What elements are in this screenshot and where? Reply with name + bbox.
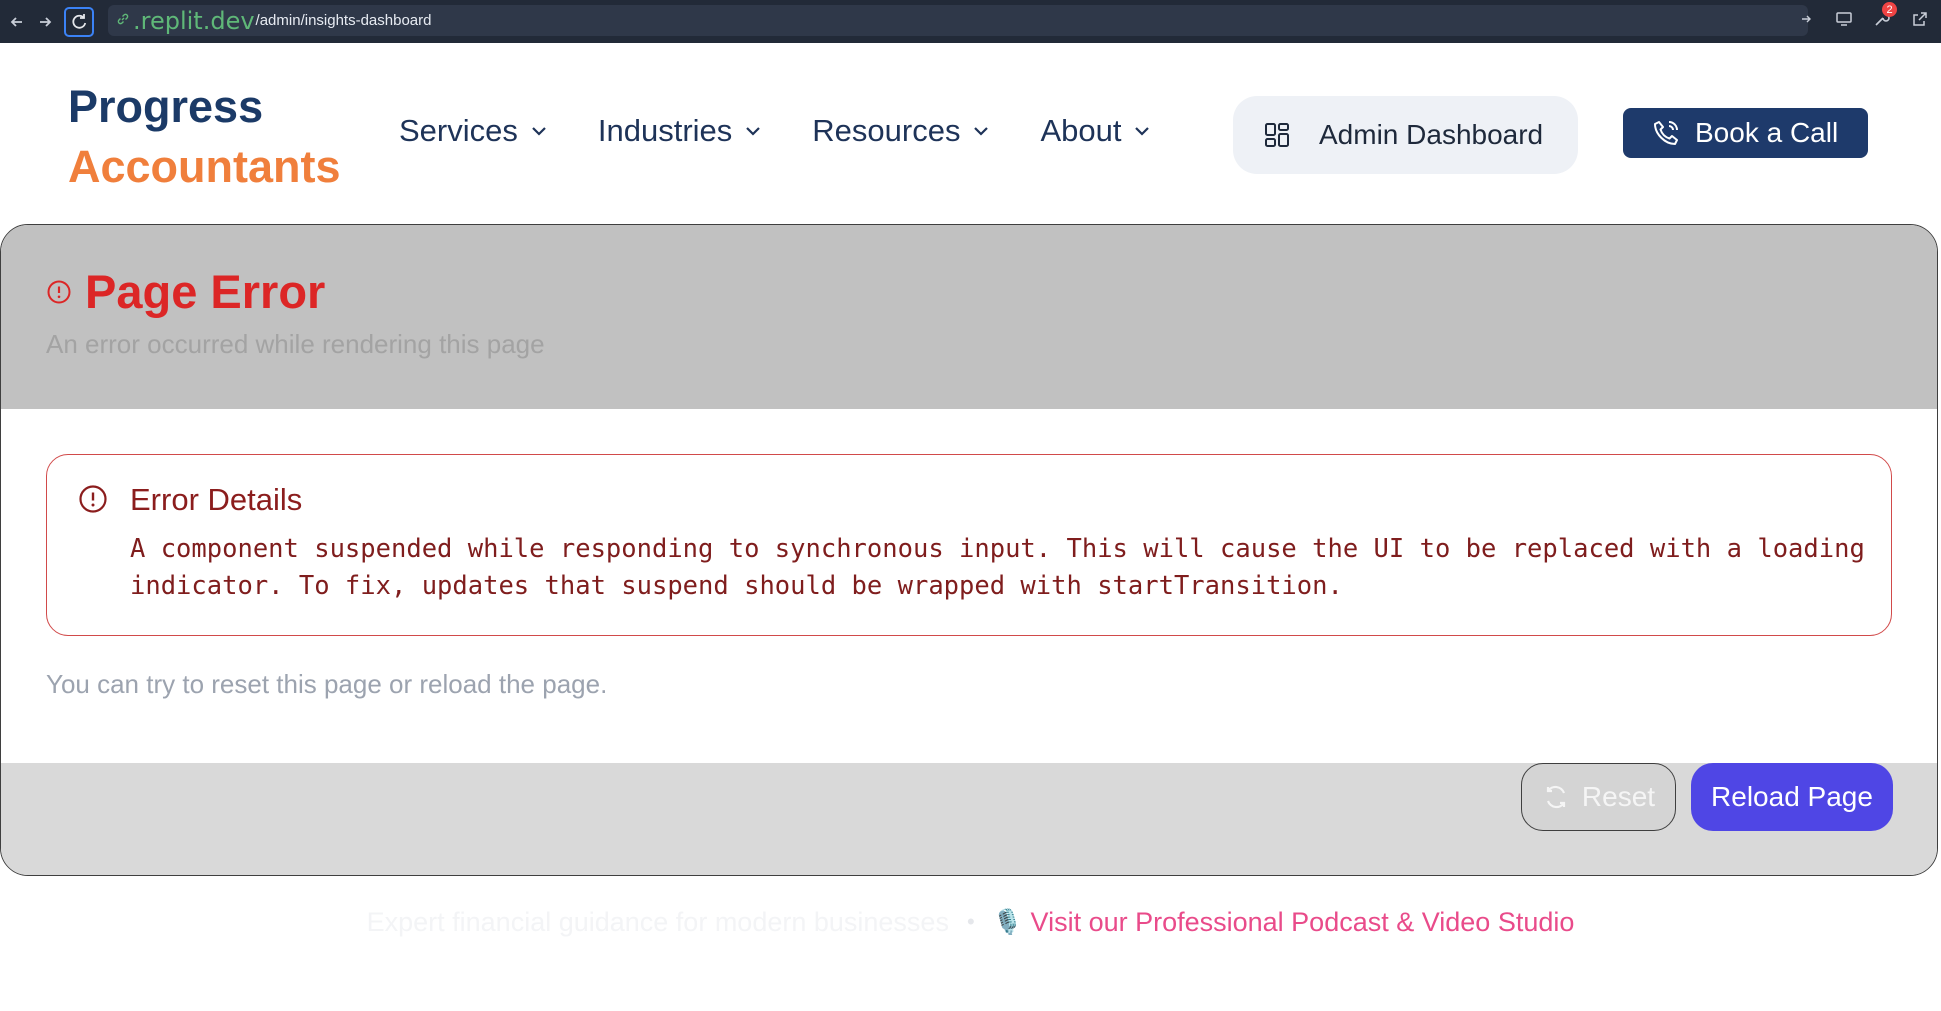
phone-icon <box>1654 121 1678 145</box>
main-nav: Services Industries Resources About <box>399 113 1201 149</box>
notification-badge: 2 <box>1882 2 1897 17</box>
microphone-icon: 🎙️ <box>992 908 1023 936</box>
alert-circle-icon <box>47 280 71 304</box>
nav-label: Services <box>399 113 518 148</box>
grid-icon <box>1265 123 1289 147</box>
book-call-label: Book a Call <box>1695 117 1839 148</box>
error-details-message: A component suspended while responding t… <box>130 534 1865 601</box>
chevron-down-icon <box>746 127 761 136</box>
nav-item-resources[interactable]: Resources <box>812 113 990 149</box>
chevron-down-icon <box>974 127 989 136</box>
logo-line2: Accountants <box>68 141 341 192</box>
error-hint: You can try to reset this page or reload… <box>46 669 608 699</box>
alert-circle-icon <box>79 485 107 513</box>
site-header: Progress Accountants Services Industries… <box>0 43 1941 224</box>
error-card: Page Error An error occurred while rende… <box>0 224 1938 876</box>
reset-label: Reset <box>1581 781 1656 812</box>
browser-toolbar: .replit.dev /admin/insights-dashboard 2 <box>0 0 1941 43</box>
error-details-box: Error Details A component suspended whil… <box>46 454 1892 636</box>
podcast-studio-link[interactable]: Visit our Professional Podcast & Video S… <box>1031 907 1575 938</box>
url-path: /admin/insights-dashboard <box>255 12 432 29</box>
refresh-icon <box>1546 785 1566 809</box>
wrench-icon[interactable]: 2 <box>1871 2 1897 30</box>
nav-item-about[interactable]: About <box>1040 113 1151 149</box>
footer-separator: • <box>966 909 975 934</box>
error-card-footer: Reset Reload Page <box>1 763 1937 875</box>
link-icon <box>116 12 130 29</box>
reset-button[interactable]: Reset <box>1521 763 1676 831</box>
logo-line1: Progress <box>68 81 264 132</box>
nav-label: Resources <box>812 113 961 148</box>
back-arrow-icon[interactable] <box>6 11 28 33</box>
monitor-icon[interactable] <box>1833 8 1855 30</box>
footer-strip: Expert financial guidance for modern bus… <box>0 900 1941 944</box>
admin-dashboard-label: Admin Dashboard <box>1319 119 1544 150</box>
site-logo[interactable]: Progress Accountants <box>68 77 341 197</box>
error-card-header: Page Error An error occurred while rende… <box>1 225 1937 409</box>
chevron-down-icon <box>1135 127 1150 136</box>
nav-label: About <box>1040 113 1122 148</box>
nav-item-services[interactable]: Services <box>399 113 548 149</box>
nav-label: Industries <box>597 113 733 148</box>
chevron-down-icon <box>532 127 546 136</box>
forward-arrow-icon[interactable] <box>34 11 56 33</box>
error-details-title: Error Details <box>130 482 303 517</box>
footer-tagline: Expert financial guidance for modern bus… <box>366 906 949 937</box>
error-title: Page Error <box>85 265 326 318</box>
admin-dashboard-button[interactable]: Admin Dashboard <box>1233 96 1578 174</box>
book-call-button[interactable]: Book a Call <box>1623 108 1868 158</box>
reload-page-label: Reload Page <box>1711 781 1873 812</box>
url-domain: .replit.dev <box>133 6 255 35</box>
reload-page-button[interactable]: Reload Page <box>1691 763 1893 831</box>
external-link-icon[interactable] <box>1909 8 1931 30</box>
reload-icon[interactable] <box>64 6 94 37</box>
url-bar[interactable]: .replit.dev /admin/insights-dashboard <box>108 5 1808 36</box>
nav-item-industries[interactable]: Industries <box>598 113 762 149</box>
forward-small-icon[interactable] <box>1795 8 1817 30</box>
error-subtitle: An error occurred while rendering this p… <box>46 329 545 359</box>
